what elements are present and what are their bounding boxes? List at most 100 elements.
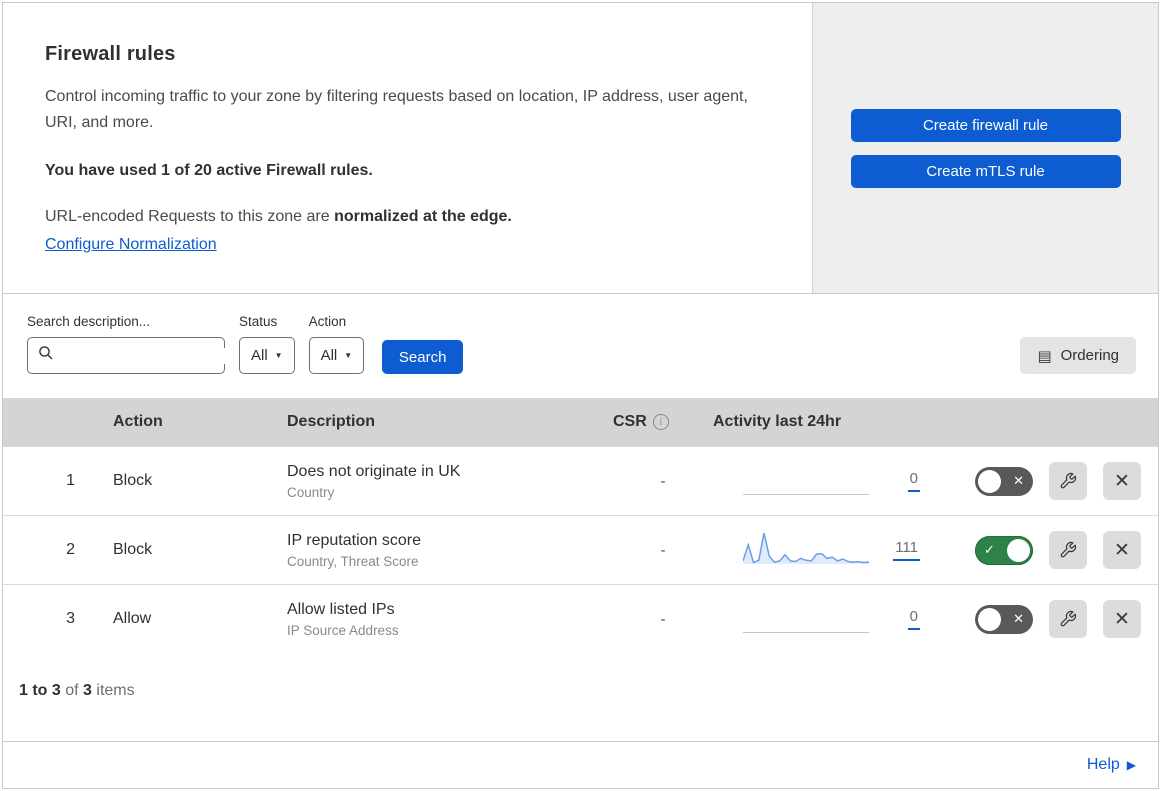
- rule-csr: -: [660, 472, 666, 490]
- rule-csr: -: [660, 541, 666, 559]
- status-select-value: All: [251, 347, 268, 364]
- table-row: 3 Allow Allow listed IPs IP Source Addre…: [3, 584, 1158, 653]
- rule-number: 1: [66, 472, 75, 489]
- close-icon: ✕: [1114, 470, 1130, 492]
- wrench-icon: [1059, 472, 1077, 490]
- rule-controls: ✕ ✕: [948, 600, 1158, 638]
- items-text: items: [91, 682, 135, 699]
- status-filter-group: Status All ▼: [239, 314, 295, 374]
- help-bar: Help ▶: [3, 741, 1158, 788]
- total-count: 3: [83, 682, 92, 699]
- delete-rule-button[interactable]: ✕: [1103, 600, 1141, 638]
- activity-sparkline: [742, 529, 870, 571]
- rule-activity: 0: [713, 598, 948, 640]
- rule-description: Does not originate in UK Country: [287, 463, 613, 500]
- edit-rule-button[interactable]: [1049, 462, 1087, 500]
- rule-number: 3: [66, 610, 75, 627]
- header-section: Firewall rules Control incoming traffic …: [3, 3, 1158, 294]
- rule-action: Block: [113, 472, 153, 489]
- ordering-button[interactable]: ▤ Ordering: [1020, 337, 1136, 374]
- search-input-container[interactable]: [27, 337, 243, 374]
- rule-fields: Country, Threat Score: [287, 553, 419, 569]
- rule-activity: 111: [713, 529, 948, 571]
- search-group: Search description...: [27, 314, 243, 374]
- activity-count-link[interactable]: 0: [907, 608, 920, 630]
- ordering-button-label: Ordering: [1060, 347, 1119, 364]
- filter-bar: Search description... Status All ▼ Actio…: [3, 294, 1158, 398]
- list-icon: ▤: [1037, 347, 1052, 365]
- chevron-down-icon: ▼: [274, 351, 283, 360]
- search-button[interactable]: Search: [382, 340, 464, 374]
- toggle-off-x-icon: ✕: [1013, 611, 1024, 627]
- header-description: Description: [287, 413, 376, 430]
- rule-enabled-toggle[interactable]: ✕: [975, 604, 1033, 634]
- pagination-summary: 1 to 3 of 3 items: [3, 653, 1158, 741]
- help-link-label: Help: [1086, 756, 1120, 773]
- search-icon: [38, 345, 54, 366]
- activity-sparkline-empty: [743, 598, 869, 640]
- rule-description: Allow listed IPs IP Source Address: [287, 601, 613, 638]
- action-filter-group: Action All ▼: [308, 314, 365, 374]
- normalization-line: URL-encoded Requests to this zone are no…: [45, 208, 782, 226]
- action-select[interactable]: All ▼: [308, 337, 365, 374]
- rule-controls: ✓ ✕: [948, 531, 1158, 569]
- header-csr-label: CSR: [613, 413, 647, 430]
- search-label: Search description...: [27, 314, 151, 329]
- normalization-prefix: URL-encoded Requests to this zone are: [45, 208, 335, 225]
- arrow-right-icon: ▶: [1126, 758, 1136, 772]
- activity-count-link[interactable]: 0: [907, 470, 920, 492]
- rule-activity: 0: [713, 460, 948, 502]
- delete-rule-button[interactable]: ✕: [1103, 462, 1141, 500]
- toggle-knob: [978, 469, 1001, 493]
- rule-enabled-toggle[interactable]: ✓: [975, 535, 1033, 565]
- action-label: Action: [308, 314, 347, 329]
- configure-normalization-link[interactable]: Configure Normalization: [45, 236, 217, 253]
- toggle-knob: [1007, 538, 1030, 562]
- rule-description: IP reputation score Country, Threat Scor…: [287, 532, 613, 569]
- table-row: 1 Block Does not originate in UK Country…: [3, 446, 1158, 515]
- rule-title: IP reputation score: [287, 531, 422, 549]
- header-action: Action: [113, 413, 163, 430]
- page-title: Firewall rules: [45, 43, 176, 65]
- status-select[interactable]: All ▼: [239, 337, 295, 374]
- toggle-knob: [978, 607, 1001, 631]
- range-text: 1 to 3: [19, 682, 61, 699]
- chevron-down-icon: ▼: [344, 351, 353, 360]
- status-label: Status: [239, 314, 278, 329]
- rule-title: Allow listed IPs: [287, 600, 395, 618]
- rule-action: Allow: [113, 610, 152, 627]
- help-link[interactable]: Help ▶: [1087, 756, 1136, 774]
- rule-controls: ✕ ✕: [948, 462, 1158, 500]
- firewall-rules-card: Firewall rules Control incoming traffic …: [2, 2, 1159, 789]
- close-icon: ✕: [1114, 539, 1130, 561]
- rule-csr: -: [660, 610, 666, 628]
- edit-rule-button[interactable]: [1049, 600, 1087, 638]
- header-activity: Activity last 24hr: [713, 413, 842, 430]
- edit-rule-button[interactable]: [1049, 531, 1087, 569]
- toggle-off-x-icon: ✕: [1013, 473, 1024, 489]
- create-mtls-rule-button[interactable]: Create mTLS rule: [850, 154, 1121, 188]
- header-csr: CSR i: [613, 413, 713, 431]
- table-row: 2 Block IP reputation score Country, Thr…: [3, 515, 1158, 584]
- rule-fields: Country: [287, 484, 335, 500]
- activity-sparkline-empty: [743, 460, 869, 502]
- toggle-on-check-icon: ✓: [984, 542, 995, 558]
- header-text-block: Firewall rules Control incoming traffic …: [3, 3, 813, 293]
- delete-rule-button[interactable]: ✕: [1103, 531, 1141, 569]
- wrench-icon: [1059, 610, 1077, 628]
- normalization-bold: normalized at the edge.: [334, 208, 512, 225]
- close-icon: ✕: [1114, 608, 1130, 630]
- rule-enabled-toggle[interactable]: ✕: [975, 466, 1033, 496]
- create-firewall-rule-button[interactable]: Create firewall rule: [850, 108, 1121, 142]
- info-icon[interactable]: i: [652, 414, 669, 430]
- rule-fields: IP Source Address: [287, 622, 399, 638]
- page-description: Control incoming traffic to your zone by…: [45, 88, 748, 131]
- table-header: Action Description CSR i Activity last 2…: [3, 398, 1158, 446]
- action-select-value: All: [320, 347, 338, 364]
- wrench-icon: [1059, 541, 1077, 559]
- search-input[interactable]: [62, 347, 243, 364]
- rule-title: Does not originate in UK: [287, 462, 461, 480]
- activity-count-link[interactable]: 111: [893, 539, 920, 561]
- actions-panel: Create firewall rule Create mTLS rule: [813, 3, 1158, 293]
- usage-summary: You have used 1 of 20 active Firewall ru…: [45, 162, 373, 179]
